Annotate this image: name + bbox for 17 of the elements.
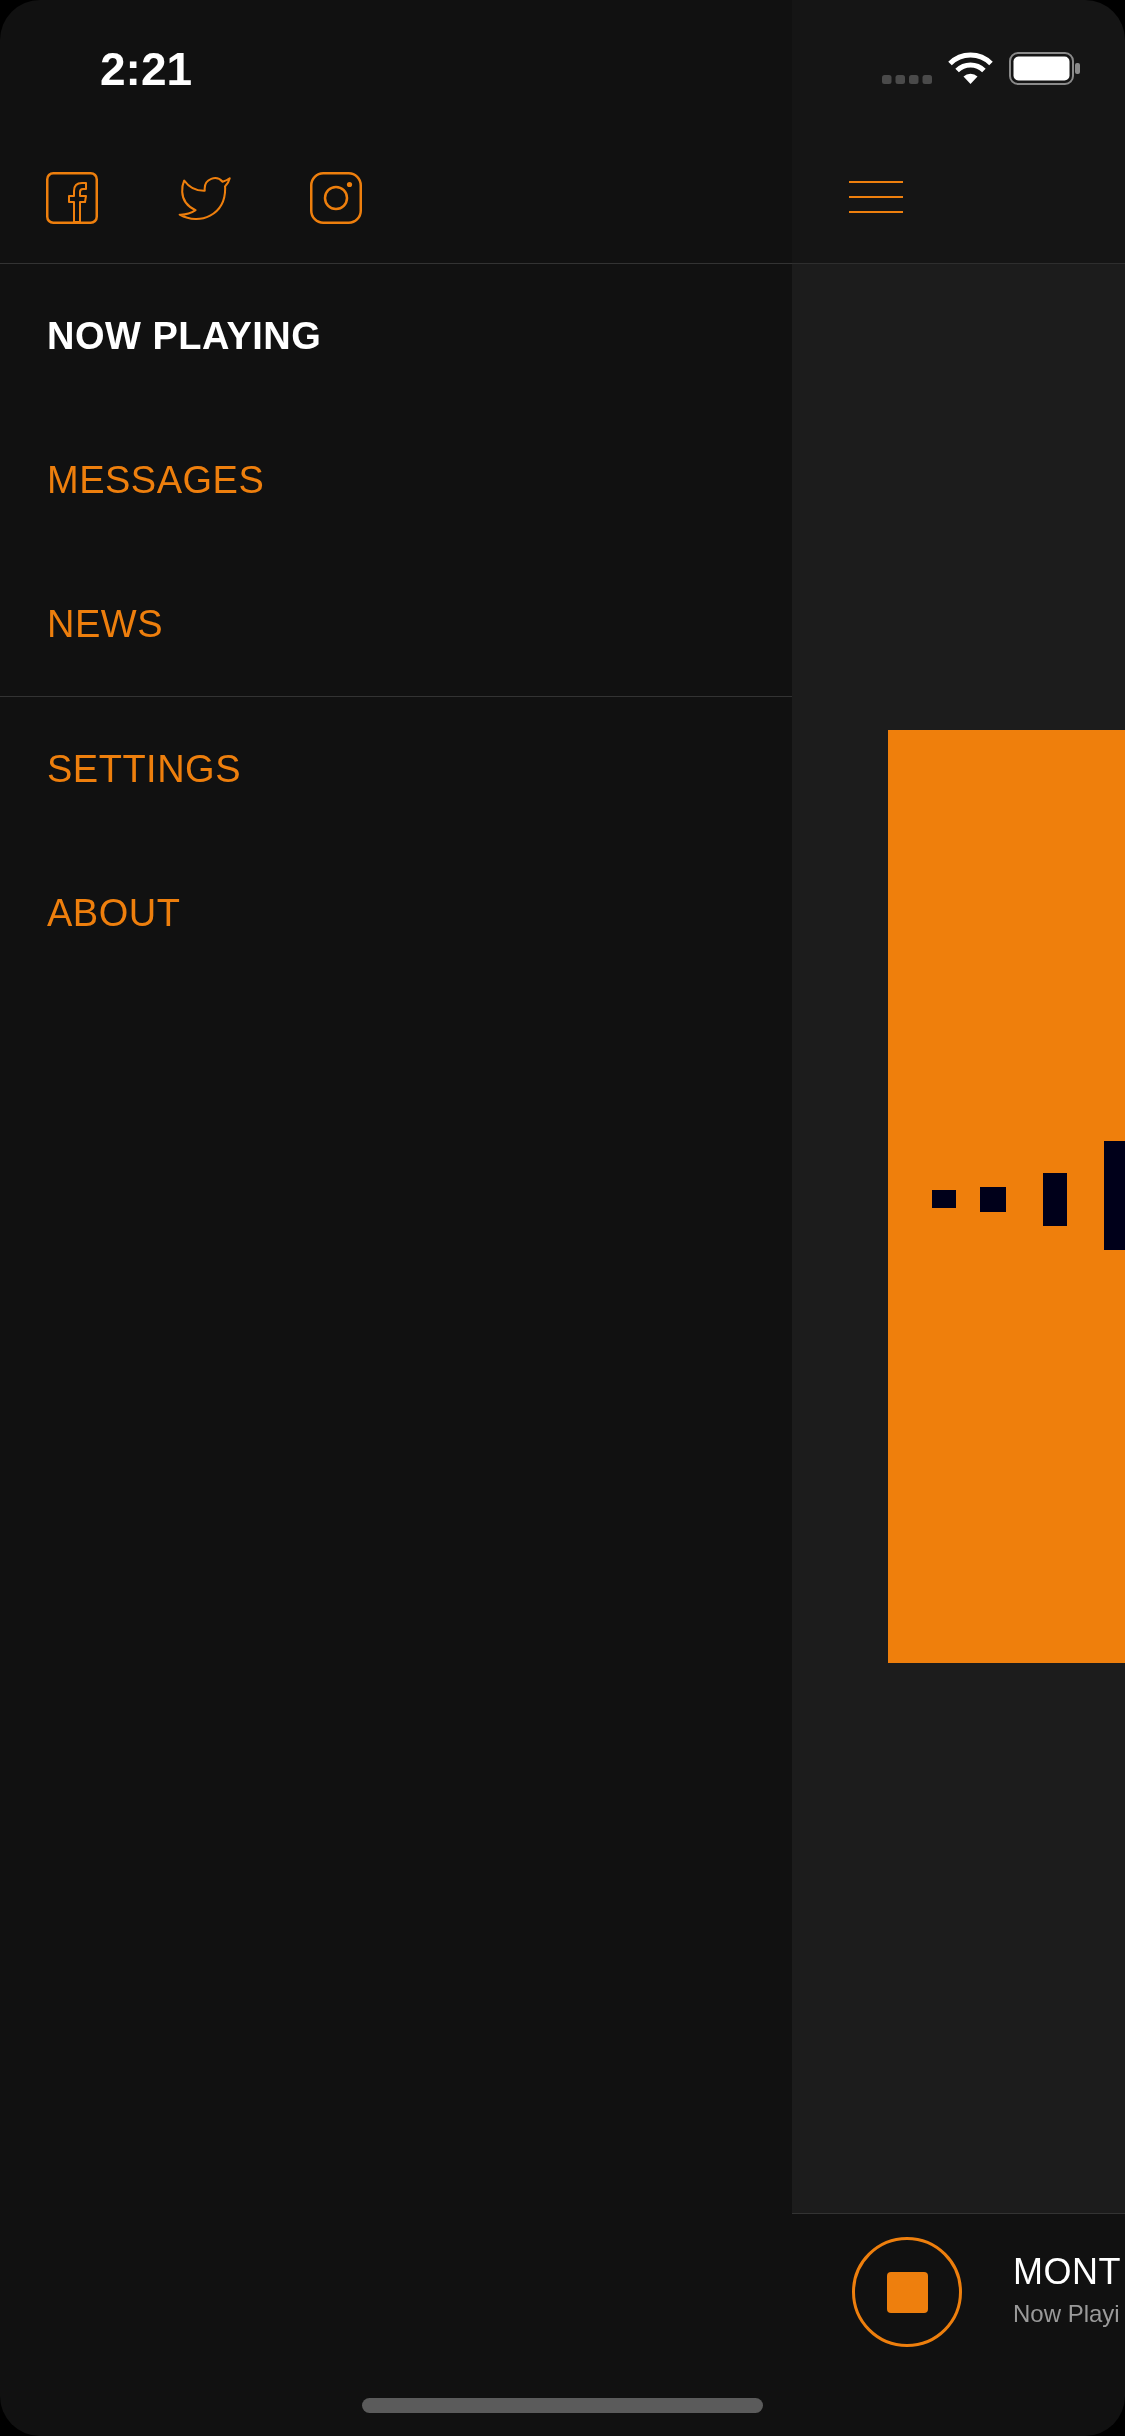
battery-icon bbox=[1009, 52, 1080, 85]
wifi-icon bbox=[948, 52, 993, 85]
menu-item[interactable]: NEWS bbox=[47, 602, 163, 646]
menu-item[interactable]: NOW PLAYING bbox=[47, 314, 322, 358]
twitter-icon[interactable] bbox=[176, 174, 232, 222]
stop-icon bbox=[886, 2271, 928, 2313]
track-status: Now Playi bbox=[1013, 2300, 1120, 2328]
track-title: MONT bbox=[1013, 2252, 1121, 2292]
facebook-icon[interactable] bbox=[46, 172, 98, 224]
menu-item[interactable]: SETTINGS bbox=[47, 747, 242, 791]
signal-icon bbox=[882, 75, 932, 84]
menu-item[interactable]: ABOUT bbox=[47, 891, 181, 935]
instagram-icon[interactable] bbox=[310, 172, 362, 224]
stop-button[interactable] bbox=[852, 2237, 962, 2347]
menu-icon[interactable] bbox=[849, 181, 903, 213]
menu-item[interactable]: MESSAGES bbox=[47, 458, 265, 502]
status-time: 2:21 bbox=[100, 44, 193, 94]
